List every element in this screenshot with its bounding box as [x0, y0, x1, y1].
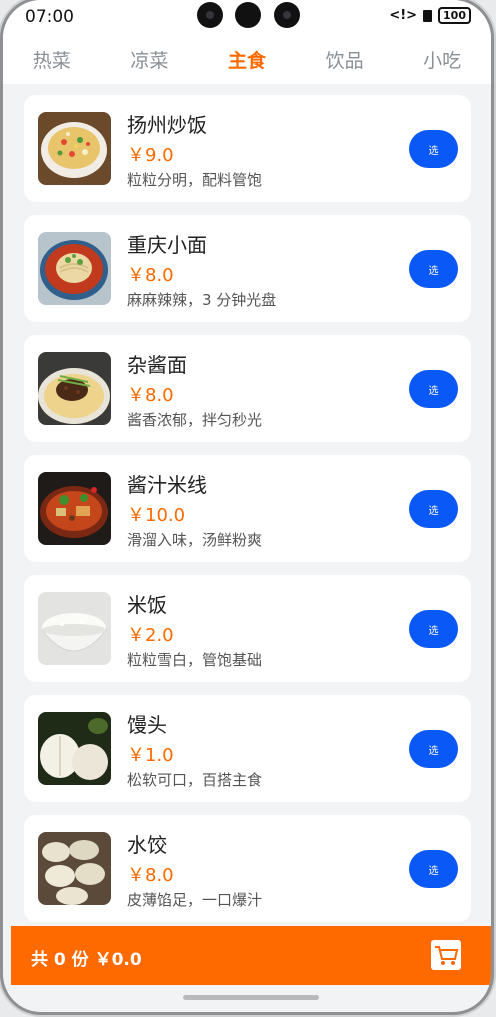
tab-cold-dishes[interactable]: 凉菜: [124, 46, 174, 73]
dumplings-image: [38, 832, 111, 905]
item-description: 粒粒分明，配料管饱: [127, 171, 263, 189]
cart-summary: 共 0 份 ￥0.0: [31, 950, 142, 970]
signal-icon: <!>: [389, 8, 418, 23]
status-bar: 07:00 <!> 100: [3, 0, 491, 34]
item-description: 粒粒雪白，管饱基础: [127, 651, 263, 669]
menu-item-card[interactable]: 水饺 ￥8.0 皮薄馅足，一口爆汁 选: [24, 815, 471, 922]
item-name: 杂酱面: [127, 353, 187, 377]
chongqing-noodles-image: [38, 232, 111, 305]
category-tabs: 热菜 凉菜 主食 饮品 小吃: [3, 34, 491, 84]
tab-snacks[interactable]: 小吃: [417, 46, 467, 73]
item-name: 扬州炒饭: [127, 113, 207, 137]
item-name: 米饭: [127, 593, 167, 617]
item-description: 麻麻辣辣，3 分钟光盘: [127, 291, 277, 309]
item-description: 酱香浓郁，拌匀秒光: [127, 411, 263, 429]
item-description: 皮薄馅足，一口爆汁: [127, 891, 263, 909]
camera-icon: [197, 2, 223, 28]
menu-item-card[interactable]: 米饭 ￥2.0 粒粒雪白，管饱基础 选: [24, 575, 471, 682]
select-button[interactable]: 选: [409, 370, 458, 408]
select-button[interactable]: 选: [409, 850, 458, 888]
select-button[interactable]: 选: [409, 730, 458, 768]
camera-icon: [235, 2, 261, 28]
notification-icon: [423, 9, 433, 22]
item-price: ￥8.0: [127, 385, 174, 406]
select-button[interactable]: 选: [409, 490, 458, 528]
select-button[interactable]: 选: [409, 610, 458, 648]
item-name: 重庆小面: [127, 233, 207, 257]
rice-noodles-image: [38, 472, 111, 545]
status-time: 07:00: [25, 7, 74, 27]
item-name: 水饺: [127, 833, 167, 857]
item-price: ￥2.0: [127, 625, 174, 646]
menu-item-card[interactable]: 杂酱面 ￥8.0 酱香浓郁，拌匀秒光 选: [24, 335, 471, 442]
fried-rice-image: [38, 112, 111, 185]
battery-icon: 100: [438, 7, 471, 24]
tab-staple-food[interactable]: 主食: [222, 46, 272, 73]
select-button[interactable]: 选: [409, 250, 458, 288]
steamed-bun-image: [38, 712, 111, 785]
item-price: ￥10.0: [127, 505, 186, 526]
status-icons: <!> 100: [389, 7, 471, 24]
menu-list[interactable]: 扬州炒饭 ￥9.0 粒粒分明，配料管饱 选 重庆小面 ￥8.0 麻麻辣辣，3 分…: [3, 84, 491, 926]
menu-item-card[interactable]: 扬州炒饭 ￥9.0 粒粒分明，配料管饱 选: [24, 95, 471, 202]
item-name: 酱汁米线: [127, 473, 207, 497]
item-price: ￥9.0: [127, 145, 174, 166]
tab-drinks[interactable]: 饮品: [320, 46, 370, 73]
camera-icon: [274, 2, 300, 28]
item-description: 滑溜入味，汤鲜粉爽: [127, 531, 263, 549]
rice-bowl-image: [38, 592, 111, 665]
shopping-cart-icon[interactable]: [431, 940, 461, 970]
home-indicator[interactable]: [183, 995, 319, 1000]
zhajiang-noodles-image: [38, 352, 111, 425]
tab-hot-dishes[interactable]: 热菜: [27, 46, 77, 73]
item-price: ￥1.0: [127, 745, 174, 766]
item-description: 松软可口，百搭主食: [127, 771, 263, 789]
item-name: 馒头: [127, 713, 167, 737]
menu-item-card[interactable]: 酱汁米线 ￥10.0 滑溜入味，汤鲜粉爽 选: [24, 455, 471, 562]
select-button[interactable]: 选: [409, 130, 458, 168]
menu-item-card[interactable]: 馒头 ￥1.0 松软可口，百搭主食 选: [24, 695, 471, 802]
phone-screen: 07:00 <!> 100 热菜 凉菜 主食 饮品 小吃 扬州炒饭 ￥9.0 粒…: [3, 0, 491, 1012]
item-price: ￥8.0: [127, 865, 174, 886]
cart-bar[interactable]: 共 0 份 ￥0.0: [11, 926, 491, 985]
menu-item-card[interactable]: 重庆小面 ￥8.0 麻麻辣辣，3 分钟光盘 选: [24, 215, 471, 322]
item-price: ￥8.0: [127, 265, 174, 286]
